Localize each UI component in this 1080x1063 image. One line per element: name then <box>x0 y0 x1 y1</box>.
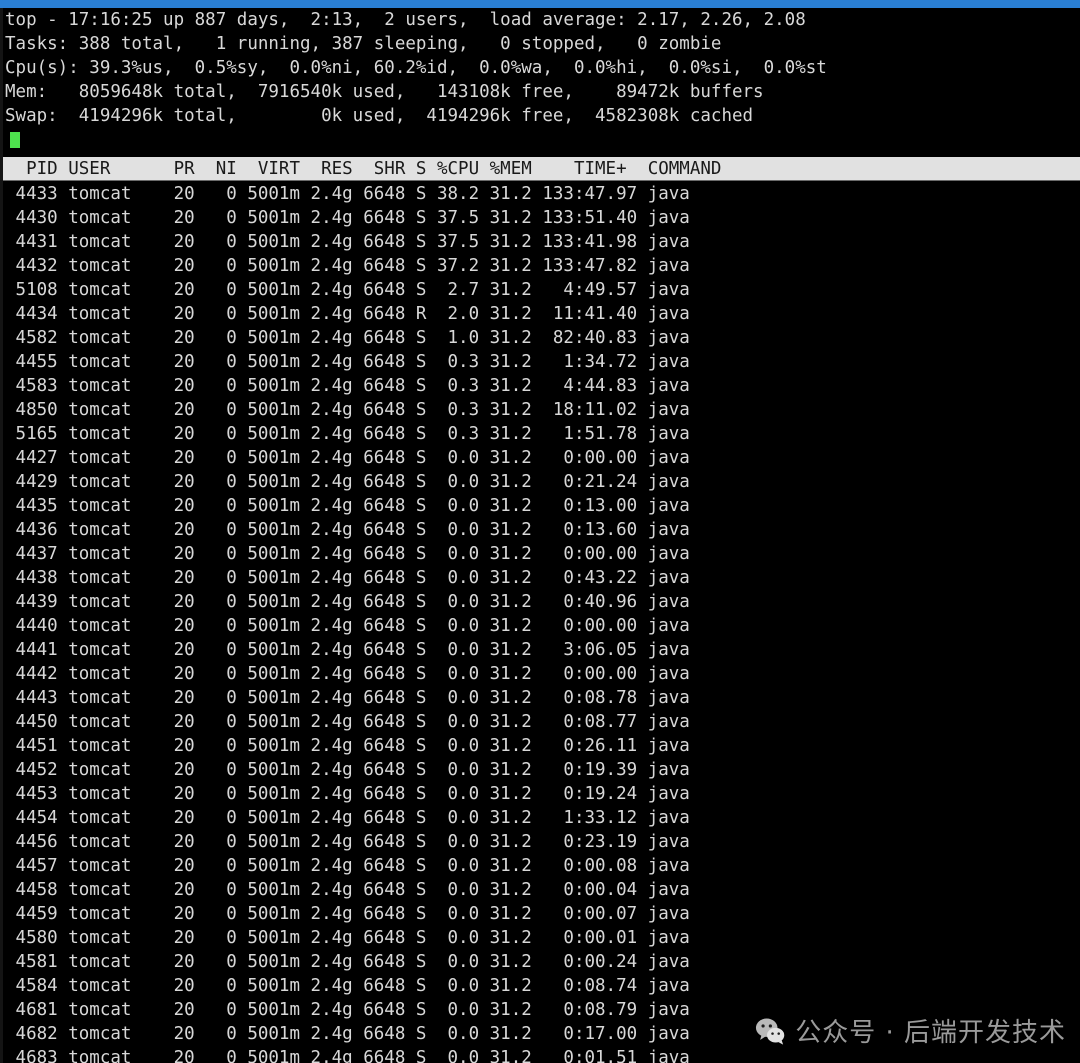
process-row[interactable]: 4580 tomcat 20 0 5001m 2.4g 6648 S 0.0 3… <box>0 926 1080 950</box>
process-row[interactable]: 4458 tomcat 20 0 5001m 2.4g 6648 S 0.0 3… <box>0 878 1080 902</box>
process-row[interactable]: 4452 tomcat 20 0 5001m 2.4g 6648 S 0.0 3… <box>0 758 1080 782</box>
summary-swap-line: Swap: 4194296k total, 0k used, 4194296k … <box>5 106 754 126</box>
process-row[interactable]: 4455 tomcat 20 0 5001m 2.4g 6648 S 0.3 3… <box>0 350 1080 374</box>
process-row[interactable]: 4456 tomcat 20 0 5001m 2.4g 6648 S 0.0 3… <box>0 830 1080 854</box>
process-row[interactable]: 4583 tomcat 20 0 5001m 2.4g 6648 S 0.3 3… <box>0 374 1080 398</box>
process-row[interactable]: 4429 tomcat 20 0 5001m 2.4g 6648 S 0.0 3… <box>0 470 1080 494</box>
process-row[interactable]: 4457 tomcat 20 0 5001m 2.4g 6648 S 0.0 3… <box>0 854 1080 878</box>
terminal-cursor <box>10 131 20 148</box>
window-titlebar <box>0 0 1080 8</box>
process-row[interactable]: 4582 tomcat 20 0 5001m 2.4g 6648 S 1.0 3… <box>0 326 1080 350</box>
process-row[interactable]: 4433 tomcat 20 0 5001m 2.4g 6648 S 38.2 … <box>0 182 1080 206</box>
process-row[interactable]: 4450 tomcat 20 0 5001m 2.4g 6648 S 0.0 3… <box>0 710 1080 734</box>
process-row[interactable]: 4442 tomcat 20 0 5001m 2.4g 6648 S 0.0 3… <box>0 662 1080 686</box>
process-table-header[interactable]: PID USER PR NI VIRT RES SHR S %CPU %MEM … <box>0 157 1080 181</box>
process-row[interactable]: 4683 tomcat 20 0 5001m 2.4g 6648 S 0.0 3… <box>0 1046 1080 1063</box>
process-row[interactable]: 4682 tomcat 20 0 5001m 2.4g 6648 S 0.0 3… <box>0 1022 1080 1046</box>
process-row[interactable]: 4441 tomcat 20 0 5001m 2.4g 6648 S 0.0 3… <box>0 638 1080 662</box>
process-row[interactable]: 4681 tomcat 20 0 5001m 2.4g 6648 S 0.0 3… <box>0 998 1080 1022</box>
process-row[interactable]: 4436 tomcat 20 0 5001m 2.4g 6648 S 0.0 3… <box>0 518 1080 542</box>
process-row[interactable]: 4443 tomcat 20 0 5001m 2.4g 6648 S 0.0 3… <box>0 686 1080 710</box>
summary-mem-line: Mem: 8059648k total, 7916540k used, 1431… <box>5 82 764 102</box>
summary-uptime-line: top - 17:16:25 up 887 days, 2:13, 2 user… <box>5 10 806 30</box>
process-row[interactable]: 4459 tomcat 20 0 5001m 2.4g 6648 S 0.0 3… <box>0 902 1080 926</box>
process-row[interactable]: 4453 tomcat 20 0 5001m 2.4g 6648 S 0.0 3… <box>0 782 1080 806</box>
process-row[interactable]: 4430 tomcat 20 0 5001m 2.4g 6648 S 37.5 … <box>0 206 1080 230</box>
process-row[interactable]: 4454 tomcat 20 0 5001m 2.4g 6648 S 0.0 3… <box>0 806 1080 830</box>
top-summary-block: top - 17:16:25 up 887 days, 2:13, 2 user… <box>0 8 1080 152</box>
process-row[interactable]: 4427 tomcat 20 0 5001m 2.4g 6648 S 0.0 3… <box>0 446 1080 470</box>
terminal-window[interactable]: top - 17:16:25 up 887 days, 2:13, 2 user… <box>0 0 1080 1063</box>
summary-tasks-line: Tasks: 388 total, 1 running, 387 sleepin… <box>5 34 722 54</box>
terminal-left-gutter <box>0 8 3 1063</box>
process-row[interactable]: 4451 tomcat 20 0 5001m 2.4g 6648 S 0.0 3… <box>0 734 1080 758</box>
process-row[interactable]: 4434 tomcat 20 0 5001m 2.4g 6648 R 2.0 3… <box>0 302 1080 326</box>
process-row[interactable]: 4438 tomcat 20 0 5001m 2.4g 6648 S 0.0 3… <box>0 566 1080 590</box>
process-table-body[interactable]: 4433 tomcat 20 0 5001m 2.4g 6648 S 38.2 … <box>0 182 1080 1063</box>
process-row[interactable]: 4581 tomcat 20 0 5001m 2.4g 6648 S 0.0 3… <box>0 950 1080 974</box>
summary-cpu-line: Cpu(s): 39.3%us, 0.5%sy, 0.0%ni, 60.2%id… <box>5 58 827 78</box>
process-row[interactable]: 4439 tomcat 20 0 5001m 2.4g 6648 S 0.0 3… <box>0 590 1080 614</box>
process-row[interactable]: 4431 tomcat 20 0 5001m 2.4g 6648 S 37.5 … <box>0 230 1080 254</box>
process-row[interactable]: 5108 tomcat 20 0 5001m 2.4g 6648 S 2.7 3… <box>0 278 1080 302</box>
process-row[interactable]: 4435 tomcat 20 0 5001m 2.4g 6648 S 0.0 3… <box>0 494 1080 518</box>
process-row[interactable]: 5165 tomcat 20 0 5001m 2.4g 6648 S 0.3 3… <box>0 422 1080 446</box>
process-row[interactable]: 4432 tomcat 20 0 5001m 2.4g 6648 S 37.2 … <box>0 254 1080 278</box>
process-row[interactable]: 4437 tomcat 20 0 5001m 2.4g 6648 S 0.0 3… <box>0 542 1080 566</box>
process-row[interactable]: 4584 tomcat 20 0 5001m 2.4g 6648 S 0.0 3… <box>0 974 1080 998</box>
process-row[interactable]: 4850 tomcat 20 0 5001m 2.4g 6648 S 0.3 3… <box>0 398 1080 422</box>
process-row[interactable]: 4440 tomcat 20 0 5001m 2.4g 6648 S 0.0 3… <box>0 614 1080 638</box>
terminal-cursor-line <box>5 128 1080 152</box>
